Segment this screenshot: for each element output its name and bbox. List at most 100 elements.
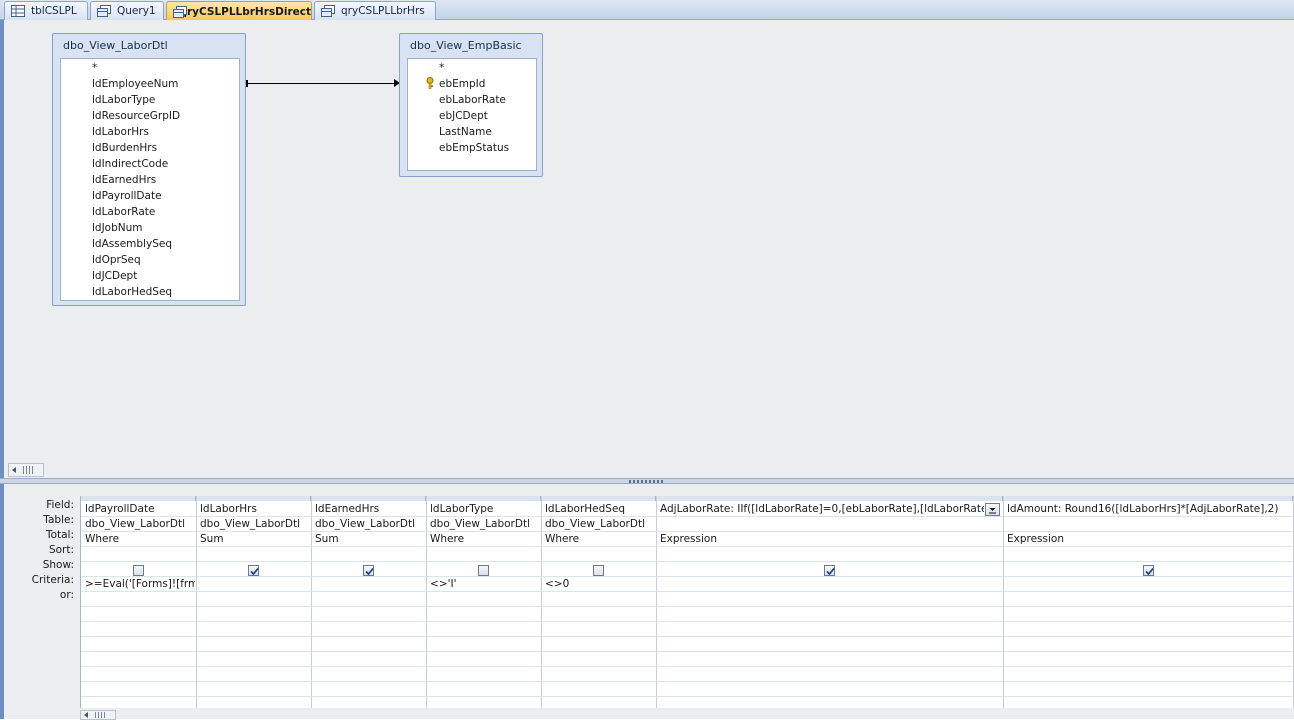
field-item[interactable]: ldBurdenHrs [92, 140, 157, 156]
join-end-left [246, 80, 248, 87]
field-item[interactable]: ldResourceGrpID [92, 108, 180, 124]
total-cell[interactable]: Expression [656, 532, 1002, 547]
field-item[interactable]: ldEarnedHrs [92, 172, 156, 188]
show-checkbox[interactable] [1143, 565, 1154, 576]
grid-divider [81, 651, 1294, 652]
field-item[interactable]: ebJCDept [439, 108, 488, 124]
grid-divider [1003, 496, 1004, 708]
field-cell[interactable]: ldLaborHedSeq [541, 502, 655, 517]
column-selector[interactable] [656, 496, 1003, 501]
field-item[interactable]: ebEmpStatus [439, 140, 509, 156]
total-cell[interactable]: Sum [196, 532, 310, 547]
field-cell[interactable]: ldLaborType [426, 502, 540, 517]
total-cell[interactable]: Expression [1003, 532, 1293, 547]
query-icon [97, 5, 111, 17]
grid-divider [81, 561, 1294, 562]
table-cell[interactable]: dbo_View_LaborDtl [541, 517, 655, 532]
field-item[interactable]: ldEmployeeNum [92, 76, 178, 92]
tab-qryCSLPLLbrHrs[interactable]: qryCSLPLLbrHrs [314, 1, 436, 20]
criteria-cell[interactable]: <>'I' [426, 577, 540, 592]
criteria-cell[interactable]: <>0 [541, 577, 655, 592]
field-cell[interactable]: AdjLaborRate: IIf([ldLaborRate]=0,[ebLab… [656, 502, 984, 517]
table-cell[interactable]: dbo_View_LaborDtl [81, 517, 195, 532]
tab-label: tblCSLPL [31, 5, 77, 17]
show-checkbox[interactable] [133, 565, 144, 576]
total-cell[interactable]: Sum [311, 532, 425, 547]
row-label-field: Field: [8, 498, 74, 513]
column-selector[interactable] [81, 496, 196, 501]
total-cell[interactable]: Where [81, 532, 195, 547]
table-cell[interactable]: dbo_View_LaborDtl [426, 517, 540, 532]
tab-query1[interactable]: Query1 [90, 1, 164, 20]
field-item[interactable]: ldJobNum [92, 220, 143, 236]
total-cell[interactable]: Where [426, 532, 540, 547]
tab-label: qryCSLPLLbrHrsDirect [179, 6, 311, 18]
show-checkbox[interactable] [824, 565, 835, 576]
grid-divider [81, 576, 1294, 577]
field-item[interactable]: ldOprSeq [92, 252, 141, 268]
column-selector[interactable] [541, 496, 656, 501]
key-icon [425, 77, 435, 89]
column-selector[interactable] [426, 496, 541, 501]
total-cell[interactable]: Where [541, 532, 655, 547]
row-label-total: Total: [8, 528, 74, 543]
table-title[interactable]: dbo_View_LaborDtl [63, 39, 168, 52]
criteria-cell[interactable]: >=Eval('[Forms]![frmC [81, 577, 195, 592]
scroll-left-icon[interactable] [12, 467, 16, 473]
field-item[interactable]: * [439, 60, 444, 76]
field-item[interactable]: ldJCDept [92, 268, 137, 284]
table-cell[interactable]: dbo_View_LaborDtl [196, 517, 310, 532]
tab-qryCSLPLLbrHrsDirect[interactable]: qryCSLPLLbrHrsDirect [166, 1, 312, 21]
field-list[interactable]: * ebEmpId ebLaborRate ebJCDept LastName … [407, 58, 537, 171]
grid-divider [81, 621, 1294, 622]
show-checkbox[interactable] [593, 565, 604, 576]
grid-divider [81, 666, 1294, 667]
field-item[interactable]: LastName [439, 124, 492, 140]
field-dropdown-button[interactable] [985, 503, 1000, 516]
field-item[interactable]: ldLaborRate [92, 204, 155, 220]
table-cell[interactable]: dbo_View_LaborDtl [311, 517, 425, 532]
column-selector[interactable] [311, 496, 426, 501]
field-item[interactable]: ldLaborHedSeq [92, 284, 172, 300]
row-label-table: Table: [8, 513, 74, 528]
show-checkbox[interactable] [363, 565, 374, 576]
scroll-thumb[interactable] [95, 712, 105, 718]
field-cell[interactable]: ldAmount: Round16([ldLaborHrs]*[AdjLabor… [1003, 502, 1293, 517]
field-cell[interactable]: ldLaborHrs [196, 502, 310, 517]
scroll-thumb[interactable] [23, 466, 33, 474]
scroll-left-icon[interactable] [84, 712, 88, 718]
field-item[interactable]: * [92, 60, 97, 76]
field-list[interactable]: * ldEmployeeNum ldLaborType ldResourceGr… [60, 58, 240, 301]
field-cell[interactable]: ldEarnedHrs [311, 502, 425, 517]
field-item[interactable]: ldLaborHrs [92, 124, 149, 140]
table-title[interactable]: dbo_View_EmpBasic [410, 39, 522, 52]
grid-divider [81, 681, 1294, 682]
show-checkbox[interactable] [478, 565, 489, 576]
row-label-criteria: Criteria: [8, 573, 74, 588]
splitter-grip[interactable] [629, 480, 665, 483]
field-item[interactable]: ebLaborRate [439, 92, 506, 108]
column-selector[interactable] [196, 496, 311, 501]
document-tab-bar: tblCSLPL Query1 qryCSLPLLbrHrsDirect qry… [0, 0, 1294, 20]
query-design-grid[interactable]: ldPayrollDate dbo_View_LaborDtl Where >=… [80, 496, 1294, 708]
field-item[interactable]: ebEmpId [439, 76, 485, 92]
row-label-show: Show: [8, 558, 74, 573]
field-item[interactable]: ldLaborType [92, 92, 155, 108]
row-label-or: or: [8, 588, 74, 603]
table-box-empbasic[interactable]: dbo_View_EmpBasic * ebEmpId ebLaborRate … [399, 33, 543, 177]
design-grid-pane[interactable]: Field: Table: Total: Sort: Show: Criteri… [0, 484, 1294, 719]
join-line[interactable] [246, 83, 399, 84]
column-selector[interactable] [1003, 496, 1293, 501]
grid-divider [81, 591, 1294, 592]
show-checkbox[interactable] [248, 565, 259, 576]
chevron-down-icon [986, 504, 999, 515]
field-item[interactable]: ldAssemblySeq [92, 236, 172, 252]
field-cell[interactable]: ldPayrollDate [81, 502, 195, 517]
table-box-labordtl[interactable]: dbo_View_LaborDtl * ldEmployeeNum ldLabo… [52, 33, 246, 306]
row-label-sort: Sort: [8, 543, 74, 558]
upper-horizontal-scrollbar[interactable] [8, 463, 44, 477]
field-item[interactable]: ldIndirectCode [92, 156, 168, 172]
field-item[interactable]: ldPayrollDate [92, 188, 162, 204]
table-diagram-pane[interactable]: dbo_View_LaborDtl * ldEmployeeNum ldLabo… [0, 20, 1294, 478]
tab-tblCSLPL[interactable]: tblCSLPL [4, 1, 88, 20]
